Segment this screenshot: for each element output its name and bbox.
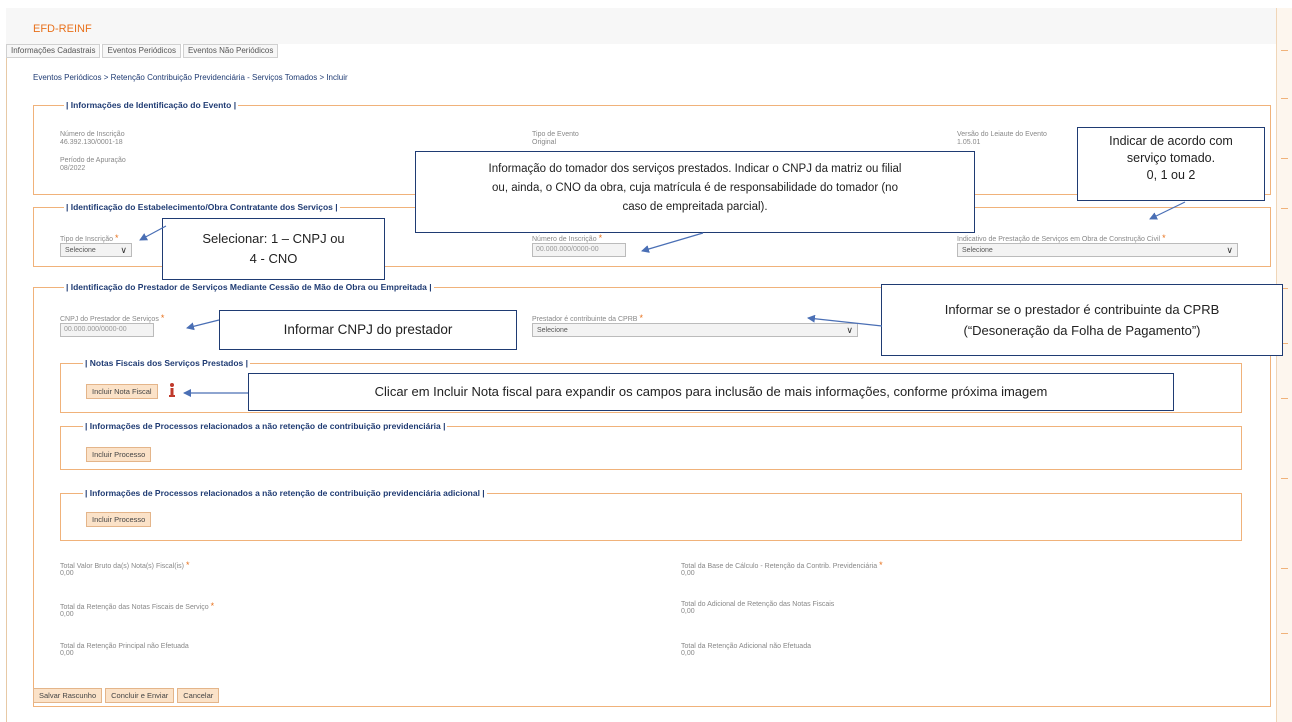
legend-processos: | Informações de Processos relacionados … [83,421,448,431]
callout-indicar: Indicar de acordo com serviço tomado. 0,… [1077,127,1265,201]
tipo-evento-label: Tipo de Evento [532,131,579,138]
cprb-select[interactable]: Selecione ∨ [532,323,858,337]
total-retencao-principal-label: Total da Retenção Principal não Efetuada [60,643,189,650]
callout-tomador-line-1: Informação do tomador dos serviços prest… [488,163,902,175]
indicativo-obra-label-text: Indicativo de Prestação de Serviços em O… [957,236,1161,243]
callout-cnpj-prestador: Informar CNPJ do prestador [219,310,517,350]
total-adicional-retencao: Total do Adicional de Retenção das Notas… [681,601,834,615]
legend-event-identification: | Informações de Identificação do Evento… [64,100,239,110]
total-base-calculo: Total da Base de Cálculo - Retenção da C… [681,560,883,577]
top-nav: Informações Cadastrais Eventos Periódico… [6,44,280,58]
fieldset-processos-adicional: | Informações de Processos relacionados … [60,488,1242,541]
required-mark: * [115,233,119,243]
total-retencao-adicional-label: Total da Retenção Adicional não Efetuada [681,643,811,650]
required-mark: * [598,233,603,243]
tipo-evento-value: Original [532,139,557,146]
periodo-apuracao-label: Período de Apuração [60,157,126,164]
cprb-label-text: Prestador é contribuinte da CPRB [532,316,638,323]
tab-informacoes-cadastrais[interactable]: Informações Cadastrais [6,44,101,58]
required-mark: * [210,601,215,611]
submit-button[interactable]: Concluir e Enviar [105,688,175,703]
callout-tomador: Informação do tomador dos serviços prest… [415,151,975,233]
total-base-calculo-label: Total da Base de Cálculo - Retenção da C… [681,563,878,570]
info-icon[interactable] [166,382,178,398]
callout-cprb-line-1: Informar se o prestador é contribuinte d… [944,302,1220,317]
tipo-inscricao-label-text: Tipo de Inscrição [60,236,114,243]
required-mark: * [879,560,883,570]
required-mark: * [160,313,165,323]
numero-inscricao-value: 46.392.130/0001-18 [60,139,123,146]
indicativo-obra-select[interactable]: Selecione ∨ [957,243,1238,257]
incluir-processo-button[interactable]: Incluir Processo [86,447,152,462]
total-retencao-adicional-value: 0,00 [681,650,695,657]
callout-indicar-line-2: serviço tomado. [1126,151,1216,165]
indicativo-obra-label: Indicativo de Prestação de Serviços em O… [957,233,1166,243]
cprb-label: Prestador é contribuinte da CPRB * [532,313,643,323]
total-retencao-principal-value: 0,00 [60,650,74,657]
legend-establishment: | Identificação do Estabelecimento/Obra … [64,202,340,212]
numero-inscricao-estab-label-text: Número de Inscrição [532,236,597,243]
callout-selecionar: Selecionar: 1 – CNPJ ou 4 - CNO [162,218,385,280]
required-mark: * [185,560,190,570]
callout-incluir-nota: Clicar em Incluir Nota fiscal para expan… [248,373,1174,411]
callout-tomador-line-3: caso de empreitada parcial). [622,201,768,213]
cnpj-prestador-label: CNPJ do Prestador de Serviços * [60,313,164,323]
legend-notas-fiscais: | Notas Fiscais dos Serviços Prestados | [83,358,251,368]
cancel-button[interactable]: Cancelar [177,688,220,703]
legend-processos-adicional: | Informações de Processos relacionados … [83,488,487,498]
callout-selecionar-line-1: Selecionar: 1 – CNPJ ou [202,231,345,246]
cnpj-prestador-input[interactable]: 00.000.000/0000-00 [60,323,154,337]
numero-inscricao-estab-input[interactable]: 00.000.000/0000-00 [532,243,626,257]
chevron-down-icon: ∨ [120,244,127,255]
chevron-down-icon: ∨ [1226,244,1233,255]
right-scroll-strip[interactable] [1276,8,1292,722]
fieldset-processos: | Informações de Processos relacionados … [60,421,1242,470]
numero-inscricao-label: Número de Inscrição [60,131,125,138]
legend-prestador: | Identificação do Prestador de Serviços… [64,282,434,292]
required-mark: * [1162,233,1166,243]
tipo-inscricao-select-value: Selecione [65,246,96,254]
cnpj-prestador-label-text: CNPJ do Prestador de Serviços [60,316,159,323]
versao-leiaute-value: 1.05.01 [957,139,981,146]
chevron-down-icon: ∨ [846,324,853,335]
breadcrumb: Eventos Periódicos > Retenção Contribuiç… [33,73,348,82]
callout-tomador-line-2: ou, ainda, o CNO da obra, cuja matrícula… [492,182,898,194]
header-band [6,8,1282,44]
save-draft-button[interactable]: Salvar Rascunho [33,688,103,703]
numero-inscricao-estab-label: Número de Inscrição * [532,233,602,243]
total-adicional-retencao-value: 0,00 [681,608,695,615]
versao-leiaute-label: Versão do Leiaute do Evento [957,131,1047,138]
total-retencao-notas-value: 0,00 [60,611,74,618]
indicativo-obra-select-value: Selecione [962,246,993,254]
total-valor-bruto-label: Total Valor Bruto da(s) Nota(s) Fiscal(i… [60,563,184,570]
action-bar: Salvar Rascunho Concluir e Enviar Cancel… [33,688,220,703]
incluir-nota-fiscal-button[interactable]: Incluir Nota Fiscal [86,384,158,399]
tab-eventos-nao-periodicos[interactable]: Eventos Não Periódicos [182,44,279,58]
incluir-processo-adicional-button[interactable]: Incluir Processo [86,512,152,527]
callout-cprb-line-2: (“Desoneração da Folha de Pagamento”) [963,323,1201,338]
periodo-apuracao-value: 08/2022 [60,165,86,172]
total-retencao-notas-label: Total da Retenção das Notas Fiscais de S… [60,604,209,611]
total-valor-bruto: Total Valor Bruto da(s) Nota(s) Fiscal(i… [60,560,189,577]
tipo-inscricao-label: Tipo de Inscrição * [60,233,119,243]
callout-cprb: Informar se o prestador é contribuinte d… [881,284,1283,356]
callout-indicar-line-1: Indicar de acordo com [1109,134,1233,148]
callout-indicar-line-3: 0, 1 ou 2 [1146,168,1196,182]
total-valor-bruto-value: 0,00 [60,570,74,577]
callout-selecionar-line-2: 4 - CNO [249,251,298,266]
cprb-select-value: Selecione [537,326,568,334]
app-title: EFD-REINF [33,23,92,35]
total-adicional-retencao-label: Total do Adicional de Retenção das Notas… [681,601,835,608]
total-base-calculo-value: 0,00 [681,570,695,577]
total-retencao-notas: Total da Retenção das Notas Fiscais de S… [60,601,214,618]
tab-eventos-periodicos[interactable]: Eventos Periódicos [102,44,181,58]
total-retencao-principal: Total da Retenção Principal não Efetuada… [60,643,189,657]
tipo-inscricao-select[interactable]: Selecione ∨ [60,243,132,257]
total-retencao-adicional: Total da Retenção Adicional não Efetuada… [681,643,811,657]
required-mark: * [639,313,643,323]
